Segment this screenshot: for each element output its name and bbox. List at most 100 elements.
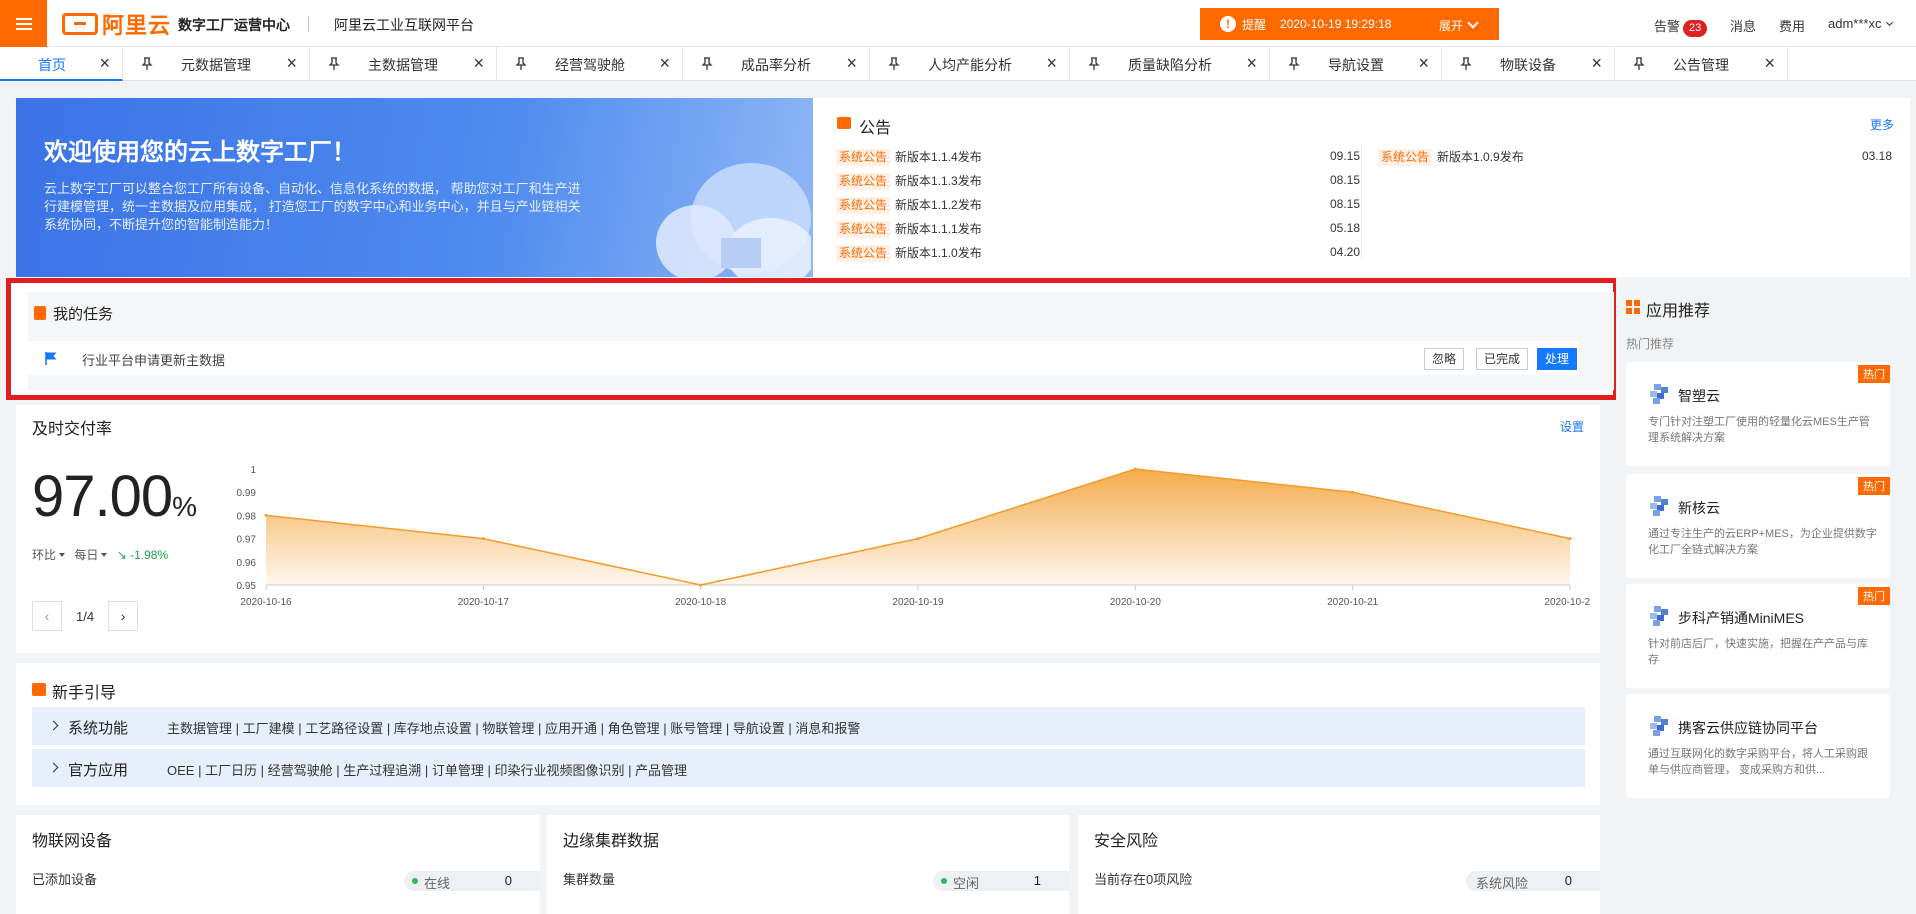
- security-risk-card: 安全风险 当前存在0项风险 系统风险 0: [1078, 815, 1600, 914]
- status-pill: 在线 0: [404, 871, 540, 891]
- pin-icon[interactable]: [1460, 57, 1472, 71]
- notice-divider: [1361, 144, 1362, 258]
- fees-link[interactable]: 费用: [1779, 16, 1805, 35]
- app-card[interactable]: 热门 新核云 通过专注生产的云ERP+MES，为企业提供数字化工厂全链式解决方案: [1626, 474, 1890, 578]
- task-text: 行业平台申请更新主数据: [82, 353, 226, 368]
- status-dot: [941, 878, 947, 884]
- status-dot: [412, 878, 418, 884]
- guide-row-links[interactable]: OEE | 工厂日历 | 经营驾驶舱 | 生产过程追溯 | 订单管理 | 印染行…: [167, 760, 687, 779]
- status-value: 0: [1564, 873, 1572, 888]
- notice-item[interactable]: 系统公告 新版本1.1.1发布 05.18: [836, 220, 1360, 238]
- alert-expand-button[interactable]: 展开: [1439, 17, 1477, 34]
- notice-text: 新版本1.1.3发布: [895, 174, 982, 188]
- tab-notice-management[interactable]: 公告管理 ×: [1615, 47, 1788, 81]
- delivery-settings-link[interactable]: 设置: [1560, 418, 1584, 435]
- close-icon[interactable]: ×: [99, 54, 110, 72]
- app-card[interactable]: 热门 步科产销通MiniMES 针对前店后厂，快速实施，把握在产产品与库存: [1626, 584, 1890, 688]
- period-dropdown[interactable]: 每日: [74, 548, 113, 562]
- status-text: 空闲: [953, 876, 980, 891]
- aliyun-logo[interactable]: 阿里云: [62, 10, 171, 38]
- user-name: adm***xc: [1828, 16, 1882, 31]
- notice-item[interactable]: 系统公告 新版本1.1.0发布 04.20: [836, 244, 1360, 262]
- close-icon[interactable]: ×: [1764, 54, 1775, 72]
- pin-icon[interactable]: [328, 57, 340, 71]
- app-card[interactable]: 热门 智塑云 专门针对注塑工厂使用的轻量化云MES生产管理系统解决方案: [1626, 362, 1890, 466]
- task-list-icon: [34, 306, 46, 320]
- alarm-link[interactable]: 告警 23: [1654, 16, 1708, 37]
- close-icon[interactable]: ×: [1591, 54, 1602, 72]
- x-tick-label: 2020-10-16: [240, 597, 292, 608]
- notice-panel: 公告 更多 系统公告 新版本1.1.4发布 09.15 系统公告 新版本1.1.3发…: [813, 98, 1910, 277]
- pin-icon[interactable]: [888, 57, 900, 71]
- card-title: 边缘集群数据: [563, 833, 660, 850]
- x-tick-label: 2020-10-17: [458, 597, 510, 608]
- user-menu[interactable]: adm***xc: [1828, 16, 1894, 31]
- app-description: 专门针对注塑工厂使用的轻量化云MES生产管理系统解决方案: [1648, 416, 1870, 444]
- tab-defect-analysis[interactable]: 质量缺陷分析 ×: [1070, 47, 1270, 81]
- close-icon[interactable]: ×: [1418, 54, 1429, 72]
- next-page-button[interactable]: ›: [108, 601, 139, 631]
- tab-iot-devices[interactable]: 物联设备 ×: [1442, 47, 1615, 81]
- notice-item[interactable]: 系统公告 新版本1.0.9发布 03.18: [1378, 148, 1892, 166]
- cube-logo-icon: [1650, 384, 1668, 404]
- app-name: 步科产销通MiniMES: [1678, 610, 1805, 626]
- y-tick-label: 0.97: [237, 535, 257, 546]
- close-icon[interactable]: ×: [846, 54, 857, 72]
- tab-label: 公告管理: [1673, 57, 1729, 73]
- ignore-button[interactable]: 忽略: [1424, 348, 1465, 370]
- recommend-subtitle: 热门推荐: [1626, 337, 1675, 351]
- menu-icon[interactable]: [0, 0, 47, 47]
- header-divider: [308, 16, 309, 32]
- app-card[interactable]: 携客云供应链协同平台 通过互联网化的数字采购平台，将人工采购跟单与供应商管理， …: [1626, 694, 1890, 798]
- pin-icon[interactable]: [515, 57, 527, 71]
- notice-item[interactable]: 系统公告 新版本1.1.2发布 08.15: [836, 196, 1360, 214]
- prev-page-button[interactable]: ‹: [32, 601, 62, 631]
- notice-text: 新版本1.0.9发布: [1437, 150, 1524, 164]
- app-name: 新核云: [1678, 500, 1720, 516]
- area-fill: [266, 469, 1570, 585]
- close-icon[interactable]: ×: [473, 54, 484, 72]
- guide-row-official-apps[interactable]: 官方应用 OEE | 工厂日历 | 经营驾驶舱 | 生产过程追溯 | 订单管理 …: [32, 749, 1585, 787]
- tab-nav-settings[interactable]: 导航设置 ×: [1270, 47, 1442, 81]
- tab-metadata[interactable]: 元数据管理 ×: [123, 47, 310, 81]
- pin-icon[interactable]: [1288, 57, 1300, 71]
- alert-time: 2020-10-19 19:29:18: [1280, 17, 1392, 31]
- tab-capacity-analysis[interactable]: 人均产能分析 ×: [870, 47, 1070, 81]
- close-icon[interactable]: ×: [1046, 54, 1057, 72]
- recommend-title: 应用推荐: [1646, 303, 1711, 320]
- tab-yield-analysis[interactable]: 成品率分析 ×: [683, 47, 870, 81]
- compare-dropdown[interactable]: 环比: [32, 548, 71, 562]
- notice-text: 新版本1.1.2发布: [895, 198, 982, 212]
- cloud-illustration: [656, 163, 811, 277]
- guide-row-system[interactable]: 系统功能 主数据管理 | 工厂建模 | 工艺路径设置 | 库存地点设置 | 物联…: [32, 707, 1585, 745]
- notice-date: 05.18: [1329, 221, 1360, 235]
- close-icon[interactable]: ×: [286, 54, 297, 72]
- notice-more-link[interactable]: 更多: [1870, 116, 1894, 133]
- notice-date: 09.15: [1329, 149, 1360, 163]
- x-tick-label: 2020-10-19: [892, 597, 944, 608]
- close-icon[interactable]: ×: [659, 54, 670, 72]
- close-icon[interactable]: ×: [1246, 54, 1257, 72]
- tab-cockpit[interactable]: 经营驾驶舱 ×: [497, 47, 683, 81]
- tab-home[interactable]: 首页 ×: [0, 47, 123, 81]
- notice-item[interactable]: 系统公告 新版本1.1.4发布 09.15: [836, 148, 1360, 166]
- pin-icon[interactable]: [1088, 57, 1100, 71]
- handle-button[interactable]: 处理: [1537, 348, 1578, 370]
- x-tick-label: 2020-10-20: [1110, 597, 1162, 608]
- chevron-down-icon: [1886, 18, 1894, 27]
- guide-row-links[interactable]: 主数据管理 | 工厂建模 | 工艺路径设置 | 库存地点设置 | 物联管理 | …: [167, 718, 860, 737]
- top-header: 阿里云 数字工厂运营中心 阿里云工业互联网平台 ! 提醒 2020-10-19 …: [0, 0, 1916, 47]
- notice-item[interactable]: 系统公告 新版本1.1.3发布 08.15: [836, 172, 1360, 190]
- pin-icon[interactable]: [1633, 57, 1645, 71]
- messages-link[interactable]: 消息: [1730, 16, 1756, 35]
- app-description: 通过互联网化的数字采购平台，将人工采购跟单与供应商管理， 变成采购方和供...: [1648, 748, 1868, 776]
- pin-icon[interactable]: [701, 57, 713, 71]
- alert-label: 提醒: [1242, 17, 1267, 32]
- tab-label: 成品率分析: [741, 57, 811, 73]
- mark-done-button[interactable]: 已完成: [1476, 348, 1529, 370]
- tab-master-data[interactable]: 主数据管理 ×: [310, 47, 497, 81]
- hot-badge: 热门: [1858, 477, 1890, 495]
- platform-name[interactable]: 阿里云工业互联网平台: [334, 15, 474, 35]
- pin-icon[interactable]: [141, 57, 153, 71]
- alert-bar[interactable]: ! 提醒 2020-10-19 19:29:18 展开: [1200, 8, 1499, 40]
